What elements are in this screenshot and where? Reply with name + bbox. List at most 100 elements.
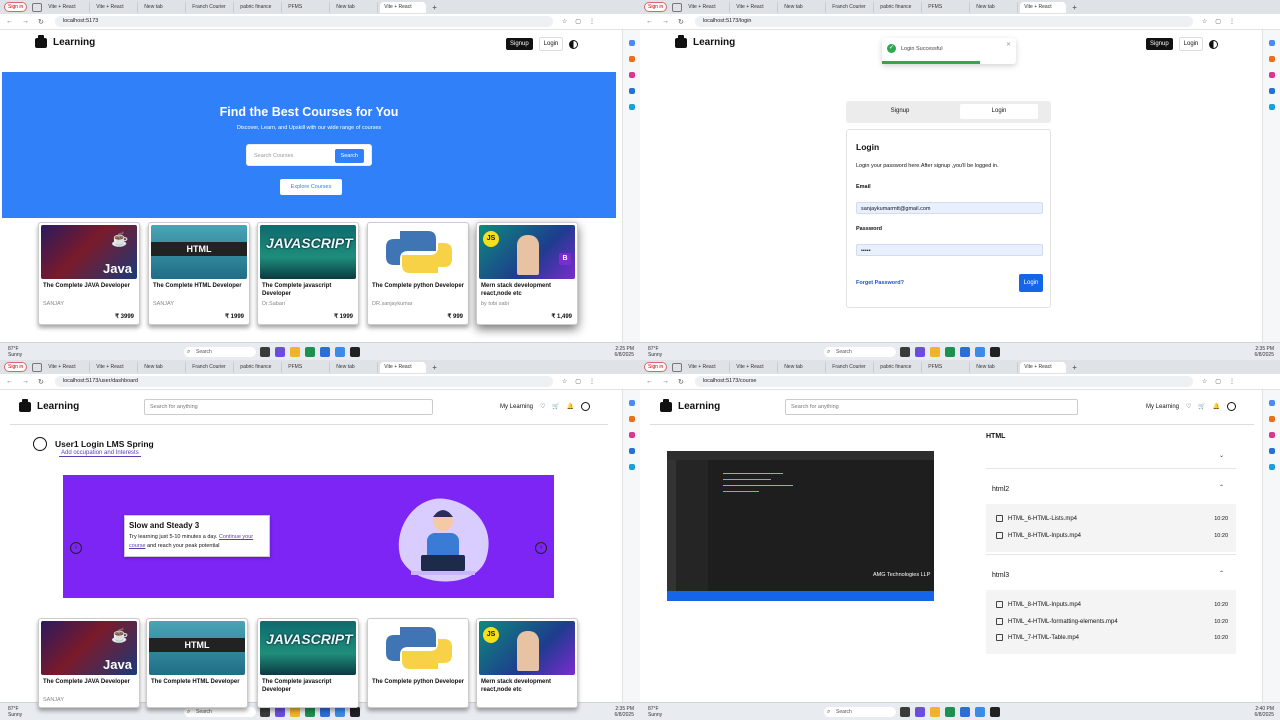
login-submit-button[interactable]: Login — [1019, 274, 1043, 292]
browser-tab[interactable]: New tab — [972, 1, 1019, 13]
forward-icon[interactable]: → — [662, 378, 669, 385]
vscode-icon[interactable] — [975, 346, 985, 357]
reload-icon[interactable]: ↻ — [38, 378, 44, 386]
theme-toggle-icon[interactable] — [569, 39, 579, 49]
clock[interactable]: 2:25 PM 6/8/2025 — [615, 346, 634, 358]
section-header[interactable]: html2 ⌃ — [986, 468, 1236, 504]
clock[interactable]: 2:35 PM 6/8/2025 — [1255, 346, 1274, 358]
sidebar-search-icon[interactable] — [628, 400, 635, 406]
section-header[interactable]: ⌄ — [986, 446, 1236, 468]
course-card[interactable]: JAVASCRIPT The Complete javascript Devel… — [257, 618, 359, 708]
reload-icon[interactable]: ↻ — [38, 18, 44, 26]
menu-icon[interactable]: ⋮ — [1229, 378, 1235, 385]
chevron-down-icon[interactable]: ⌄ — [1219, 452, 1224, 459]
sidebar-games-icon[interactable] — [628, 72, 635, 78]
search-input[interactable]: Search for anything — [144, 399, 433, 415]
back-icon[interactable]: ← — [6, 18, 13, 25]
extensions-icon[interactable]: ▢ — [1215, 18, 1221, 25]
browser-tab[interactable]: New tab — [972, 361, 1019, 373]
weather-widget[interactable]: 87°F Sunny — [648, 346, 684, 358]
signin-chip[interactable]: Sign in — [644, 362, 668, 372]
taskbar-search[interactable]: Search — [824, 706, 896, 717]
new-tab-icon[interactable]: + — [432, 3, 437, 12]
taskbar-search[interactable]: Search — [824, 346, 896, 357]
clock[interactable]: 2:35 PM 6/8/2025 — [615, 706, 634, 718]
carousel-prev-icon[interactable]: ‹ — [70, 542, 82, 554]
sidebar-outlook-icon[interactable] — [628, 104, 635, 110]
lesson-item[interactable]: HTML_8-HTML-Inputs.mp4 10:20 — [996, 532, 1228, 539]
browser-tab[interactable]: Vite + React — [92, 361, 139, 373]
edge-icon[interactable] — [945, 706, 955, 717]
browser-tab-active[interactable]: Vite + React — [380, 1, 427, 13]
back-icon[interactable]: ← — [646, 18, 653, 25]
close-icon[interactable]: ✕ — [1006, 41, 1011, 48]
profile-icon[interactable] — [1227, 402, 1237, 411]
sidebar-outlook-icon[interactable] — [1268, 464, 1275, 470]
sidebar-outlook-icon[interactable] — [628, 464, 635, 470]
sidebar-search-icon[interactable] — [1268, 40, 1275, 46]
browser-tab[interactable]: Vite + React — [44, 1, 91, 13]
browser-tab[interactable]: Vite + React — [684, 361, 731, 373]
sidebar-copilot-icon[interactable] — [628, 88, 635, 94]
url-field[interactable]: localhost:5173/course — [694, 376, 1193, 387]
browser-tab[interactable]: PFMS — [924, 1, 971, 13]
browser-tab[interactable]: Franch Courier — [828, 1, 875, 13]
browser-tab[interactable]: New tab — [140, 1, 187, 13]
browser-tab[interactable]: Vite + React — [732, 361, 779, 373]
search-button[interactable]: Search — [334, 149, 364, 163]
my-learning-link[interactable]: My Learning — [1146, 404, 1179, 410]
extensions-icon[interactable]: ▢ — [575, 18, 581, 25]
brand-logo[interactable]: Learning — [35, 34, 95, 48]
forgot-password-link[interactable]: Forget Password? — [856, 280, 904, 286]
cart-icon[interactable]: 🛒 — [552, 403, 559, 410]
browser-tab[interactable]: PFMS — [284, 1, 331, 13]
signin-chip[interactable]: Sign in — [644, 2, 668, 12]
brand-logo[interactable]: Learning — [675, 34, 735, 48]
new-tab-icon[interactable]: + — [432, 363, 437, 372]
heart-icon[interactable]: ♡ — [540, 403, 545, 410]
browser-tab[interactable]: Vite + React — [44, 361, 91, 373]
sidebar-games-icon[interactable] — [1268, 432, 1275, 438]
password-field[interactable]: ••••• — [856, 244, 1043, 256]
tab-actions-icon[interactable] — [672, 362, 683, 372]
course-card[interactable]: Java ☕ The Complete JAVA Developer SANJAY… — [38, 222, 140, 325]
chevron-up-icon[interactable]: ⌃ — [1219, 484, 1224, 492]
new-tab-icon[interactable]: + — [1072, 363, 1077, 372]
search-input[interactable]: Search Courses — [254, 153, 293, 159]
store-icon[interactable] — [960, 346, 970, 357]
section-header[interactable]: html3 ⌃ — [986, 554, 1236, 590]
clock[interactable]: 2:40 PM 6/8/2025 — [1255, 706, 1274, 718]
explorer-icon[interactable] — [290, 346, 300, 357]
browser-tab[interactable]: New tab — [332, 361, 379, 373]
forward-icon[interactable]: → — [22, 18, 29, 25]
vscode-icon[interactable] — [335, 346, 345, 357]
sidebar-shopping-icon[interactable] — [628, 56, 635, 62]
sidebar-search-icon[interactable] — [628, 40, 635, 46]
sidebar-shopping-icon[interactable] — [628, 416, 635, 422]
browser-tab[interactable]: Franch Courier — [188, 1, 235, 13]
sidebar-shopping-icon[interactable] — [1268, 416, 1275, 422]
course-card[interactable]: HTML The Complete HTML Developer SANJAY … — [148, 222, 250, 325]
terminal-icon[interactable] — [350, 346, 360, 357]
course-card[interactable]: The Complete python Developer — [367, 618, 469, 708]
edge-icon[interactable] — [945, 346, 955, 357]
browser-tab-active[interactable]: Vite + React — [1020, 1, 1067, 13]
browser-tab[interactable]: pabric finance — [236, 361, 283, 373]
chevron-up-icon[interactable]: ⌃ — [1219, 570, 1224, 578]
vscode-icon[interactable] — [335, 706, 345, 717]
sidebar-games-icon[interactable] — [628, 432, 635, 438]
back-icon[interactable]: ← — [6, 378, 13, 385]
task-view-icon[interactable] — [260, 346, 270, 357]
task-view-icon[interactable] — [900, 346, 910, 357]
browser-tab[interactable]: New tab — [140, 361, 187, 373]
lesson-item[interactable]: HTML_6-HTML-Lists.mp4 10:20 — [996, 515, 1228, 522]
edge-icon[interactable] — [305, 346, 315, 357]
url-field[interactable]: localhost:5173 — [54, 16, 553, 27]
signin-chip[interactable]: Sign in — [4, 362, 28, 372]
explorer-icon[interactable] — [930, 346, 940, 357]
extensions-icon[interactable]: ▢ — [1215, 378, 1221, 385]
browser-tab[interactable]: Franch Courier — [188, 361, 235, 373]
course-card[interactable]: Java ☕ The Complete JAVA Developer SANJAY — [38, 618, 140, 708]
tab-actions-icon[interactable] — [672, 2, 683, 12]
browser-tab[interactable]: New tab — [332, 1, 379, 13]
